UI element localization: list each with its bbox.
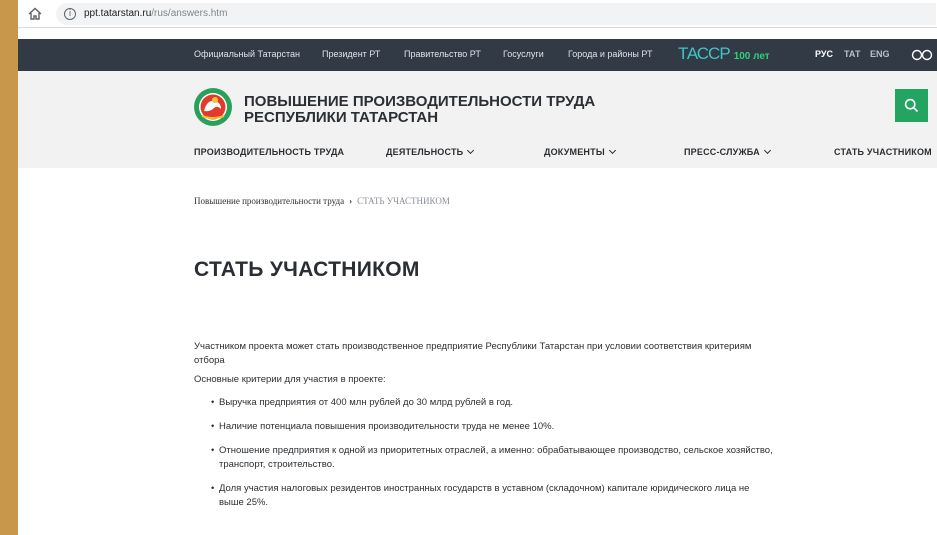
list-item: Выручка предприятия от 400 млн рублей до… [211, 396, 774, 410]
chevron-down-icon [763, 146, 771, 155]
intro-paragraph: Участником проекта может стать производс… [194, 341, 752, 366]
address-bar[interactable]: i ppt.tatarstan.ru/rus/answers.htm [56, 3, 936, 25]
criteria-list: Выручка предприятия от 400 млн рублей до… [194, 396, 774, 510]
topbar-link-president[interactable]: Президент РТ [322, 49, 380, 59]
site-title-line1: ПОВЫШЕНИЕ ПРОИЗВОДИТЕЛЬНОСТИ ТРУДА [244, 93, 596, 110]
url-text: ppt.tatarstan.ru/rus/answers.htm [84, 8, 228, 19]
topbar-link-cities[interactable]: Города и районы РТ [568, 49, 652, 59]
info-icon[interactable]: i [64, 8, 76, 20]
home-icon[interactable] [26, 5, 44, 23]
top-bar: Официальный Татарстан Президент РТ Прави… [18, 39, 937, 71]
browser-toolbar: i ppt.tatarstan.ru/rus/answers.htm [18, 0, 937, 28]
page-content: Участником проекта может стать производс… [194, 340, 774, 520]
chevron-down-icon [467, 146, 475, 155]
browser-window: i ppt.tatarstan.ru/rus/answers.htm Офици… [18, 0, 937, 535]
menu-become-participant-label: СТАТЬ УЧАСТНИКОМ [834, 147, 932, 157]
menu-press-label: ПРЕСС-СЛУЖБА [684, 147, 760, 157]
chevron-down-icon [608, 146, 616, 155]
tassr-banner[interactable]: ТАССР 100 лет [678, 44, 770, 66]
page-title: СТАТЬ УЧАСТНИКОМ [194, 258, 420, 281]
list-item: Отношение предприятия к одной из приорит… [211, 444, 774, 472]
topbar-link-government[interactable]: Правительство РТ [404, 49, 481, 59]
criteria-heading: Основные критерии для участия в проекте: [194, 374, 386, 385]
breadcrumb-separator: › [349, 196, 353, 206]
tassr-logo: ТАССР [678, 44, 731, 63]
search-button[interactable] [895, 89, 928, 122]
glasses-icon[interactable] [911, 48, 933, 62]
site-title-line2: РЕСПУБЛИКИ ТАТАРСТАН [244, 109, 439, 126]
lang-rus[interactable]: РУС [815, 49, 833, 59]
menu-documents-label: ДОКУМЕНТЫ [544, 147, 605, 157]
search-icon [904, 98, 919, 113]
lang-eng[interactable]: ENG [870, 49, 890, 59]
menu-activity[interactable]: ДЕЯТЕЛЬНОСТЬ [386, 146, 475, 157]
menu-productivity[interactable]: ПРОИЗВОДИТЕЛЬНОСТЬ ТРУДА [194, 147, 344, 157]
topbar-link-gosuslugi[interactable]: Госуслуги [503, 49, 544, 59]
breadcrumb-home-link[interactable]: Повышение производительности труда [194, 196, 344, 206]
topbar-link-official-tatarstan[interactable]: Официальный Татарстан [194, 49, 300, 59]
breadcrumb: Повышение производительности труда › СТАТЬ… [194, 196, 450, 206]
menu-become-participant[interactable]: СТАТЬ УЧАСТНИКОМ [834, 147, 932, 157]
tassr-years: 100 лет [733, 51, 770, 62]
menu-documents[interactable]: ДОКУМЕНТЫ [544, 146, 616, 157]
breadcrumb-current: СТАТЬ УЧАСТНИКОМ [357, 196, 450, 206]
site-title[interactable]: ПОВЫШЕНИЕ ПРОИЗВОДИТЕЛЬНОСТИ ТРУДА РЕСПУ… [244, 94, 664, 126]
tatarstan-emblem-icon[interactable] [193, 87, 233, 127]
menu-activity-label: ДЕЯТЕЛЬНОСТЬ [386, 147, 464, 157]
list-item: Наличие потенциала повышения производите… [211, 420, 774, 434]
site-header: ПОВЫШЕНИЕ ПРОИЗВОДИТЕЛЬНОСТИ ТРУДА РЕСПУ… [18, 71, 937, 168]
menu-productivity-label: ПРОИЗВОДИТЕЛЬНОСТЬ ТРУДА [194, 147, 345, 157]
menu-press[interactable]: ПРЕСС-СЛУЖБА [684, 146, 771, 157]
lang-tat[interactable]: ТАТ [844, 49, 860, 59]
list-item: Доля участия налоговых резидентов иностр… [211, 482, 774, 510]
